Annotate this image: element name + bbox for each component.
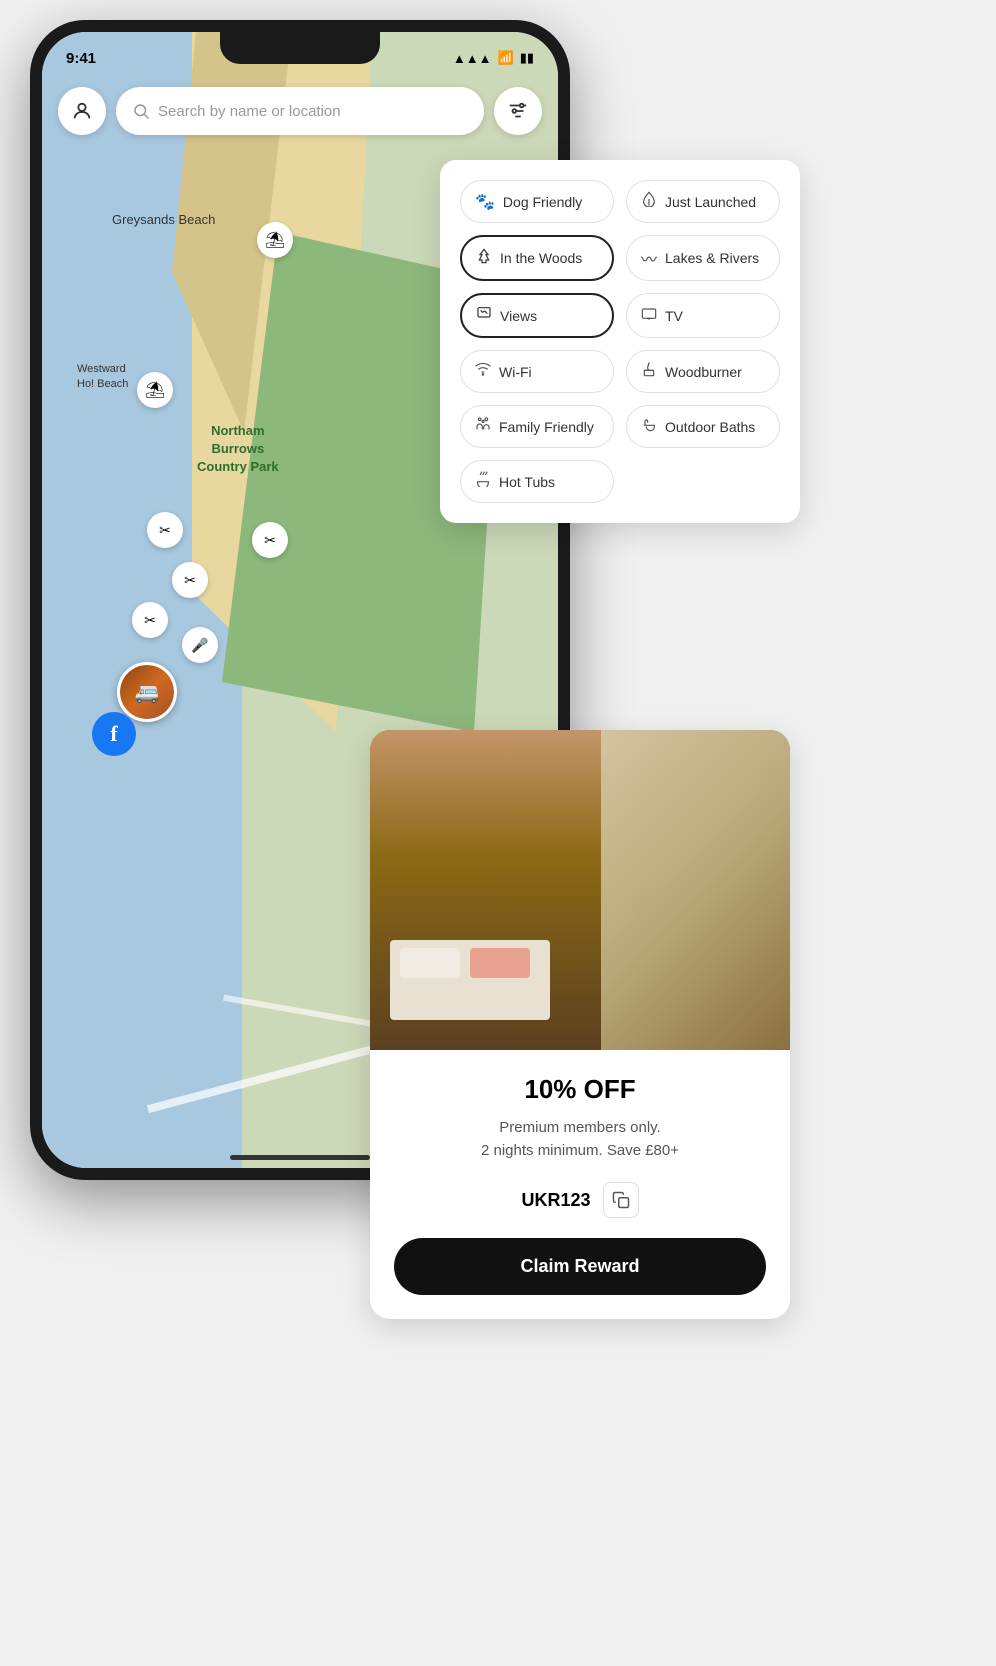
map-pin-facebook[interactable]: f (92, 712, 136, 756)
filter-dropdown: 🐾 Dog Friendly Just Launched In the Wood… (440, 160, 800, 523)
filter-chip-label-views: Views (500, 308, 537, 324)
filter-chip-label-wifi: Wi-Fi (499, 364, 532, 380)
cabin-left (370, 730, 601, 1050)
map-pin-anchor2[interactable]: ✂ (172, 562, 208, 598)
filter-chip-label-dog: Dog Friendly (503, 194, 582, 210)
cabin-pillow-1 (400, 948, 460, 978)
property-image (370, 730, 790, 1050)
map-label-westward: WestwardHo! Beach (77, 362, 128, 393)
filter-chip-label-woods: In the Woods (500, 250, 582, 266)
woods-icon (476, 248, 492, 269)
woodburner-icon (641, 361, 657, 382)
filter-chip-dog-friendly[interactable]: 🐾 Dog Friendly (460, 180, 614, 223)
coupon-code: UKR123 (521, 1190, 590, 1211)
filter-chip-wifi[interactable]: Wi-Fi (460, 350, 614, 393)
filter-chip-hot-tubs[interactable]: Hot Tubs (460, 460, 614, 503)
filter-chip-in-the-woods[interactable]: In the Woods (460, 235, 614, 281)
map-label-beach: Greysands Beach (112, 212, 215, 227)
wifi-icon: 📶 (498, 50, 514, 66)
filter-button[interactable] (494, 87, 542, 135)
filter-chip-label-tv: TV (665, 308, 683, 324)
property-image-inner (370, 730, 790, 1050)
filter-icon (507, 100, 529, 122)
dog-icon: 🐾 (475, 192, 495, 212)
map-pin-beach1[interactable]: ⛱ (257, 222, 293, 258)
cabin-pillow-2 (470, 948, 530, 978)
coupon-row: UKR123 (394, 1182, 766, 1218)
filter-chip-lakes-rivers[interactable]: 〰 Lakes & Rivers (626, 235, 780, 281)
filter-chip-label-launched: Just Launched (665, 194, 756, 210)
filter-chip-outdoor-baths[interactable]: Outdoor Baths (626, 405, 780, 448)
status-bar: 9:41 ▲▲▲ 📶 ▮▮ (42, 32, 558, 76)
map-pin-anchor4[interactable]: ✂ (252, 522, 288, 558)
discount-desc-line1: Premium members only. (499, 1119, 660, 1136)
map-pin-anchor3[interactable]: ✂ (132, 602, 168, 638)
search-icon (132, 102, 150, 120)
signal-icon: ▲▲▲ (453, 51, 492, 66)
filter-chip-label-lakes: Lakes & Rivers (665, 250, 759, 266)
discount-badge: 10% OFF (394, 1074, 766, 1105)
map-pin-photo[interactable]: 🚐 (117, 662, 177, 722)
property-card: 10% OFF Premium members only. 2 nights m… (370, 730, 790, 1319)
filter-chip-family-friendly[interactable]: Family Friendly (460, 405, 614, 448)
filter-chip-label-woodburner: Woodburner (665, 364, 742, 380)
filter-chip-woodburner[interactable]: Woodburner (626, 350, 780, 393)
search-bar-container: Search by name or location (58, 87, 542, 135)
copy-icon (612, 1191, 630, 1209)
property-content: 10% OFF Premium members only. 2 nights m… (370, 1050, 790, 1319)
lakes-icon: 〰 (641, 246, 657, 270)
filter-chip-views[interactable]: Views (460, 293, 614, 338)
copy-button[interactable] (603, 1182, 639, 1218)
claim-reward-button[interactable]: Claim Reward (394, 1238, 766, 1295)
filter-chip-just-launched[interactable]: Just Launched (626, 180, 780, 223)
filter-chip-label-family: Family Friendly (499, 419, 594, 435)
map-pin-mic[interactable]: 🎤 (182, 627, 218, 663)
tv-icon (641, 305, 657, 326)
profile-button[interactable] (58, 87, 106, 135)
filter-chip-tv[interactable]: TV (626, 293, 780, 338)
family-icon (475, 416, 491, 437)
views-icon (476, 305, 492, 326)
status-time: 9:41 (66, 50, 96, 67)
map-pin-anchor1[interactable]: ✂ (147, 512, 183, 548)
baths-icon (641, 416, 657, 437)
map-pin-photo-inner: 🚐 (120, 665, 174, 719)
cabin-bed (390, 940, 550, 1020)
hot-tubs-icon (475, 471, 491, 492)
filter-chip-label-baths: Outdoor Baths (665, 419, 755, 435)
battery-icon: ▮▮ (520, 50, 534, 66)
launched-icon (641, 191, 657, 212)
filter-chip-label-hot-tubs: Hot Tubs (499, 474, 555, 490)
home-indicator (230, 1155, 370, 1160)
map-pin-beach2[interactable]: ⛱ (137, 372, 173, 408)
search-bar[interactable]: Search by name or location (116, 87, 484, 135)
map-label-park: NorthamBurrowsCountry Park (197, 422, 279, 477)
search-placeholder: Search by name or location (158, 103, 341, 120)
discount-desc-line2: 2 nights minimum. Save £80+ (481, 1142, 679, 1159)
status-icons: ▲▲▲ 📶 ▮▮ (453, 50, 534, 66)
cabin-right (601, 730, 790, 1050)
discount-description: Premium members only. 2 nights minimum. … (394, 1117, 766, 1162)
wifi-filter-icon (475, 361, 491, 382)
